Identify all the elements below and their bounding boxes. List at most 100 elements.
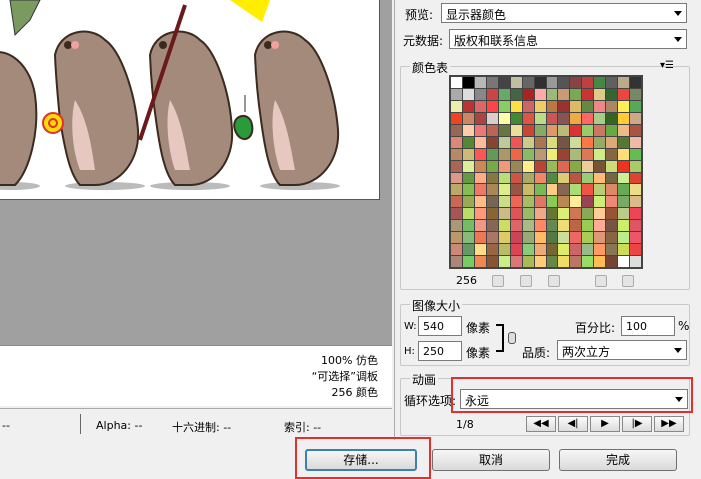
color-swatch[interactable] bbox=[498, 124, 510, 136]
color-swatch[interactable] bbox=[486, 196, 498, 208]
color-swatch[interactable] bbox=[486, 220, 498, 232]
previous-frame-button[interactable]: ◀| bbox=[558, 416, 588, 432]
color-swatch[interactable] bbox=[474, 148, 486, 160]
color-swatch[interactable] bbox=[474, 112, 486, 124]
color-swatch[interactable] bbox=[570, 148, 582, 160]
color-swatch[interactable] bbox=[606, 244, 618, 256]
color-swatch[interactable] bbox=[451, 244, 462, 256]
color-swatch[interactable] bbox=[522, 136, 534, 148]
color-swatch[interactable] bbox=[630, 208, 641, 220]
color-swatch[interactable] bbox=[486, 136, 498, 148]
color-swatch[interactable] bbox=[594, 256, 606, 267]
color-swatch[interactable] bbox=[498, 172, 510, 184]
color-swatch[interactable] bbox=[451, 172, 462, 184]
color-swatch[interactable] bbox=[462, 208, 474, 220]
color-swatch[interactable] bbox=[474, 77, 486, 88]
color-swatch[interactable] bbox=[451, 160, 462, 172]
color-swatch[interactable] bbox=[462, 124, 474, 136]
color-swatch[interactable] bbox=[474, 232, 486, 244]
color-swatch[interactable] bbox=[534, 100, 546, 112]
color-swatch[interactable] bbox=[474, 196, 486, 208]
height-input[interactable] bbox=[418, 341, 462, 361]
color-swatch[interactable] bbox=[594, 244, 606, 256]
color-swatch[interactable] bbox=[618, 100, 630, 112]
color-swatch[interactable] bbox=[558, 196, 570, 208]
color-swatch[interactable] bbox=[510, 244, 522, 256]
color-swatch[interactable] bbox=[451, 208, 462, 220]
color-swatch[interactable] bbox=[618, 208, 630, 220]
color-swatch[interactable] bbox=[546, 124, 558, 136]
color-swatch[interactable] bbox=[606, 88, 618, 100]
color-swatch[interactable] bbox=[474, 100, 486, 112]
color-swatch[interactable] bbox=[486, 208, 498, 220]
last-frame-button[interactable]: ▶▶ bbox=[654, 416, 684, 432]
color-swatch[interactable] bbox=[462, 256, 474, 267]
color-swatch[interactable] bbox=[474, 184, 486, 196]
color-swatch[interactable] bbox=[451, 196, 462, 208]
color-swatch[interactable] bbox=[522, 220, 534, 232]
color-swatch[interactable] bbox=[534, 196, 546, 208]
cancel-button[interactable]: 取消 bbox=[432, 449, 550, 471]
color-swatch[interactable] bbox=[558, 208, 570, 220]
color-swatch[interactable] bbox=[582, 148, 594, 160]
color-swatch[interactable] bbox=[630, 88, 641, 100]
color-swatch[interactable] bbox=[630, 112, 641, 124]
color-swatch[interactable] bbox=[498, 136, 510, 148]
preview-select[interactable]: 显示器颜色 bbox=[441, 3, 687, 23]
color-swatch[interactable] bbox=[618, 112, 630, 124]
color-swatch[interactable] bbox=[606, 160, 618, 172]
color-swatch[interactable] bbox=[462, 232, 474, 244]
color-swatch[interactable] bbox=[498, 220, 510, 232]
color-swatch[interactable] bbox=[618, 124, 630, 136]
color-swatch[interactable] bbox=[570, 136, 582, 148]
color-swatch[interactable] bbox=[510, 256, 522, 267]
color-swatch[interactable] bbox=[594, 100, 606, 112]
color-swatch[interactable] bbox=[522, 160, 534, 172]
color-swatch[interactable] bbox=[606, 256, 618, 267]
color-swatch[interactable] bbox=[558, 160, 570, 172]
color-swatch[interactable] bbox=[534, 256, 546, 267]
color-swatch[interactable] bbox=[534, 208, 546, 220]
color-swatch[interactable] bbox=[582, 124, 594, 136]
color-swatch[interactable] bbox=[474, 244, 486, 256]
color-swatch[interactable] bbox=[630, 160, 641, 172]
color-swatch[interactable] bbox=[486, 112, 498, 124]
color-swatch[interactable] bbox=[558, 88, 570, 100]
color-swatch[interactable] bbox=[510, 77, 522, 88]
color-swatch[interactable] bbox=[558, 172, 570, 184]
color-swatch[interactable] bbox=[630, 77, 641, 88]
color-swatch[interactable] bbox=[510, 88, 522, 100]
color-swatch[interactable] bbox=[534, 232, 546, 244]
color-swatch[interactable] bbox=[630, 244, 641, 256]
color-swatch[interactable] bbox=[618, 184, 630, 196]
color-swatch[interactable] bbox=[451, 112, 462, 124]
color-swatch[interactable] bbox=[618, 88, 630, 100]
color-swatch[interactable] bbox=[522, 88, 534, 100]
color-swatch[interactable] bbox=[606, 136, 618, 148]
color-swatch[interactable] bbox=[618, 232, 630, 244]
color-swatch[interactable] bbox=[546, 232, 558, 244]
color-swatch[interactable] bbox=[486, 124, 498, 136]
color-swatch[interactable] bbox=[618, 172, 630, 184]
color-swatch[interactable] bbox=[474, 136, 486, 148]
preview-image[interactable] bbox=[0, 0, 380, 200]
color-swatch[interactable] bbox=[558, 112, 570, 124]
color-swatch[interactable] bbox=[534, 160, 546, 172]
color-swatch[interactable] bbox=[546, 208, 558, 220]
color-swatch[interactable] bbox=[606, 100, 618, 112]
color-swatch[interactable] bbox=[606, 77, 618, 88]
lock-icon[interactable] bbox=[548, 275, 560, 287]
new-color-icon[interactable] bbox=[595, 275, 607, 287]
color-swatch[interactable] bbox=[630, 172, 641, 184]
color-swatch[interactable] bbox=[558, 136, 570, 148]
color-swatch[interactable] bbox=[558, 232, 570, 244]
color-swatch[interactable] bbox=[486, 244, 498, 256]
color-swatch[interactable] bbox=[546, 256, 558, 267]
color-swatch[interactable] bbox=[558, 256, 570, 267]
color-swatch[interactable] bbox=[558, 100, 570, 112]
color-swatch[interactable] bbox=[594, 77, 606, 88]
color-swatch[interactable] bbox=[486, 256, 498, 267]
color-swatch[interactable] bbox=[546, 184, 558, 196]
color-swatch[interactable] bbox=[498, 77, 510, 88]
first-frame-button[interactable]: ◀◀ bbox=[526, 416, 556, 432]
